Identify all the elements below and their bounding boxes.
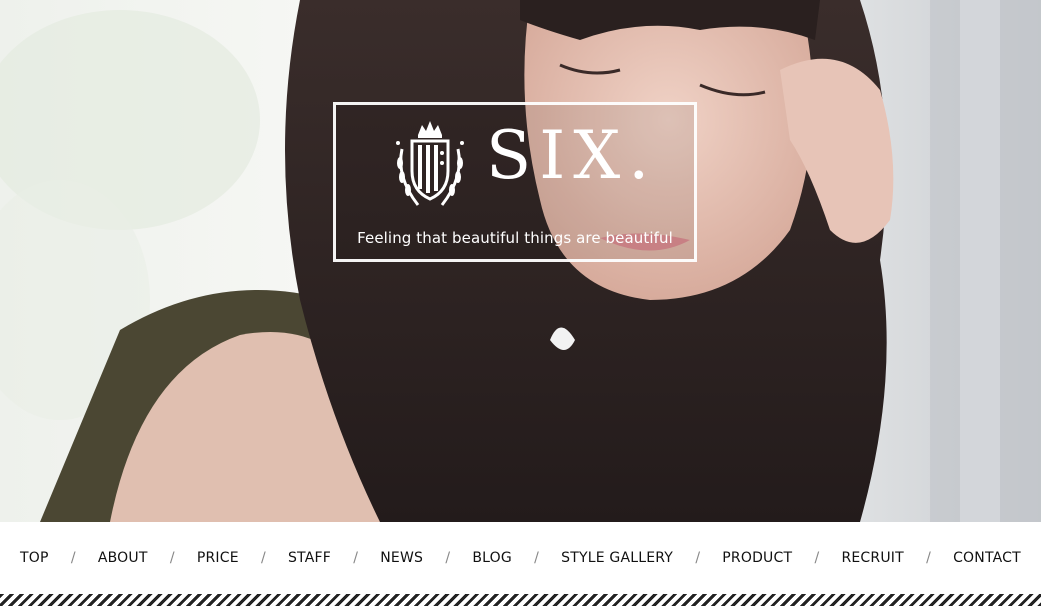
nav-item-top[interactable]: TOP xyxy=(20,550,49,566)
nav-item-about[interactable]: ABOUT xyxy=(98,550,148,566)
nav-separator: / xyxy=(534,550,539,566)
logo-frame[interactable]: SIX. Feeling that beautiful things are b… xyxy=(333,102,697,262)
nav-item-contact[interactable]: CONTACT xyxy=(953,550,1021,566)
nav-separator: / xyxy=(169,550,175,566)
nav-item-blog[interactable]: BLOG xyxy=(472,550,512,566)
crest-with-crown-and-laurel-icon xyxy=(396,121,464,206)
logo-wordmark: SIX. xyxy=(486,117,658,194)
nav-separator: / xyxy=(926,550,931,566)
main-navigation: TOP / ABOUT / PRICE / STAFF / NEWS / BLO… xyxy=(0,522,1041,594)
nav-item-price[interactable]: PRICE xyxy=(197,550,239,566)
nav-item-recruit[interactable]: RECRUIT xyxy=(841,550,903,566)
nav-separator: / xyxy=(695,550,701,566)
nav-item-style-gallery[interactable]: STYLE GALLERY xyxy=(561,550,673,566)
nav-separator: / xyxy=(261,550,266,566)
nav-item-news[interactable]: NEWS xyxy=(380,550,423,566)
logo-tagline: Feeling that beautiful things are beauti… xyxy=(357,229,673,247)
nav-item-staff[interactable]: STAFF xyxy=(288,550,331,566)
nav-separator: / xyxy=(353,550,358,566)
nav-separator: / xyxy=(445,550,451,566)
nav-item-product[interactable]: PRODUCT xyxy=(722,550,792,566)
hero-image: SIX. Feeling that beautiful things are b… xyxy=(0,0,1041,522)
diagonal-stripe-divider xyxy=(0,594,1041,606)
nav-separator: / xyxy=(814,550,820,566)
nav-separator: / xyxy=(70,550,76,566)
